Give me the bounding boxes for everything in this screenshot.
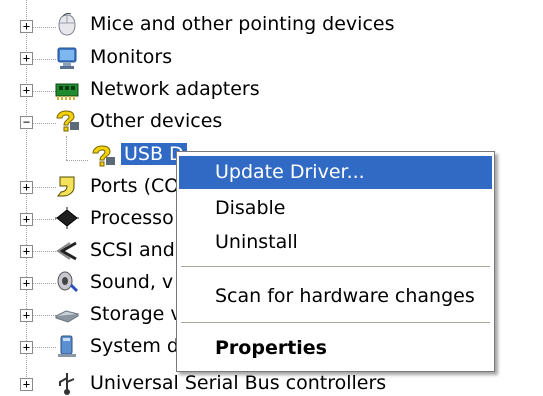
tree-item-label[interactable]: SCSI and: [90, 239, 175, 261]
usb-icon: [59, 373, 75, 395]
tree-item-label[interactable]: Network adapters: [90, 78, 260, 100]
properties-menu-item[interactable]: Properties: [179, 332, 492, 365]
tree-item-label[interactable]: Processo: [90, 207, 174, 229]
processor-icon: [55, 207, 79, 229]
tree-item-label[interactable]: Monitors: [90, 46, 172, 68]
expand-icon[interactable]: +: [20, 309, 33, 322]
unknown-device-icon: [56, 110, 79, 132]
expand-icon[interactable]: +: [20, 341, 33, 354]
tree-item-label[interactable]: Storage v: [90, 303, 182, 325]
mouse-icon: [58, 13, 76, 36]
update-driver-menu-item[interactable]: Update Driver...: [179, 156, 492, 189]
expand-icon[interactable]: +: [20, 378, 33, 391]
port-icon: [57, 176, 75, 197]
sound-icon: [57, 271, 79, 293]
collapse-icon[interactable]: −: [20, 116, 33, 129]
tree-branch: [66, 160, 88, 161]
context-menu: Update Driver... Disable Uninstall Scan …: [176, 151, 495, 372]
menu-separator: [181, 322, 490, 323]
expand-icon[interactable]: +: [20, 181, 33, 194]
tree-line: [66, 136, 67, 160]
disable-menu-item[interactable]: Disable: [179, 192, 492, 225]
tree-item-label[interactable]: Ports (CO: [90, 175, 179, 197]
unknown-device-icon: [92, 145, 115, 167]
expand-icon[interactable]: +: [20, 52, 33, 65]
tree-item-label[interactable]: System d: [90, 335, 179, 357]
menu-separator: [181, 266, 490, 267]
expand-icon[interactable]: +: [20, 84, 33, 97]
expand-icon[interactable]: +: [20, 277, 33, 290]
system-device-icon: [58, 335, 76, 357]
uninstall-menu-item[interactable]: Uninstall: [179, 226, 492, 259]
tree-item-label[interactable]: Mice and other pointing devices: [90, 13, 394, 35]
scan-hardware-menu-item[interactable]: Scan for hardware changes: [179, 280, 492, 313]
monitor-icon: [57, 47, 77, 69]
expand-icon[interactable]: +: [20, 213, 33, 226]
tree-item-label[interactable]: Other devices: [90, 110, 222, 132]
network-adapter-icon: [55, 83, 79, 100]
scsi-icon: [56, 241, 77, 261]
storage-icon: [54, 310, 80, 323]
expand-icon[interactable]: +: [20, 20, 33, 33]
expand-icon[interactable]: +: [20, 245, 33, 258]
tree-item-label[interactable]: Sound, v: [90, 271, 173, 293]
tree-item-label[interactable]: Universal Serial Bus controllers: [90, 372, 386, 394]
